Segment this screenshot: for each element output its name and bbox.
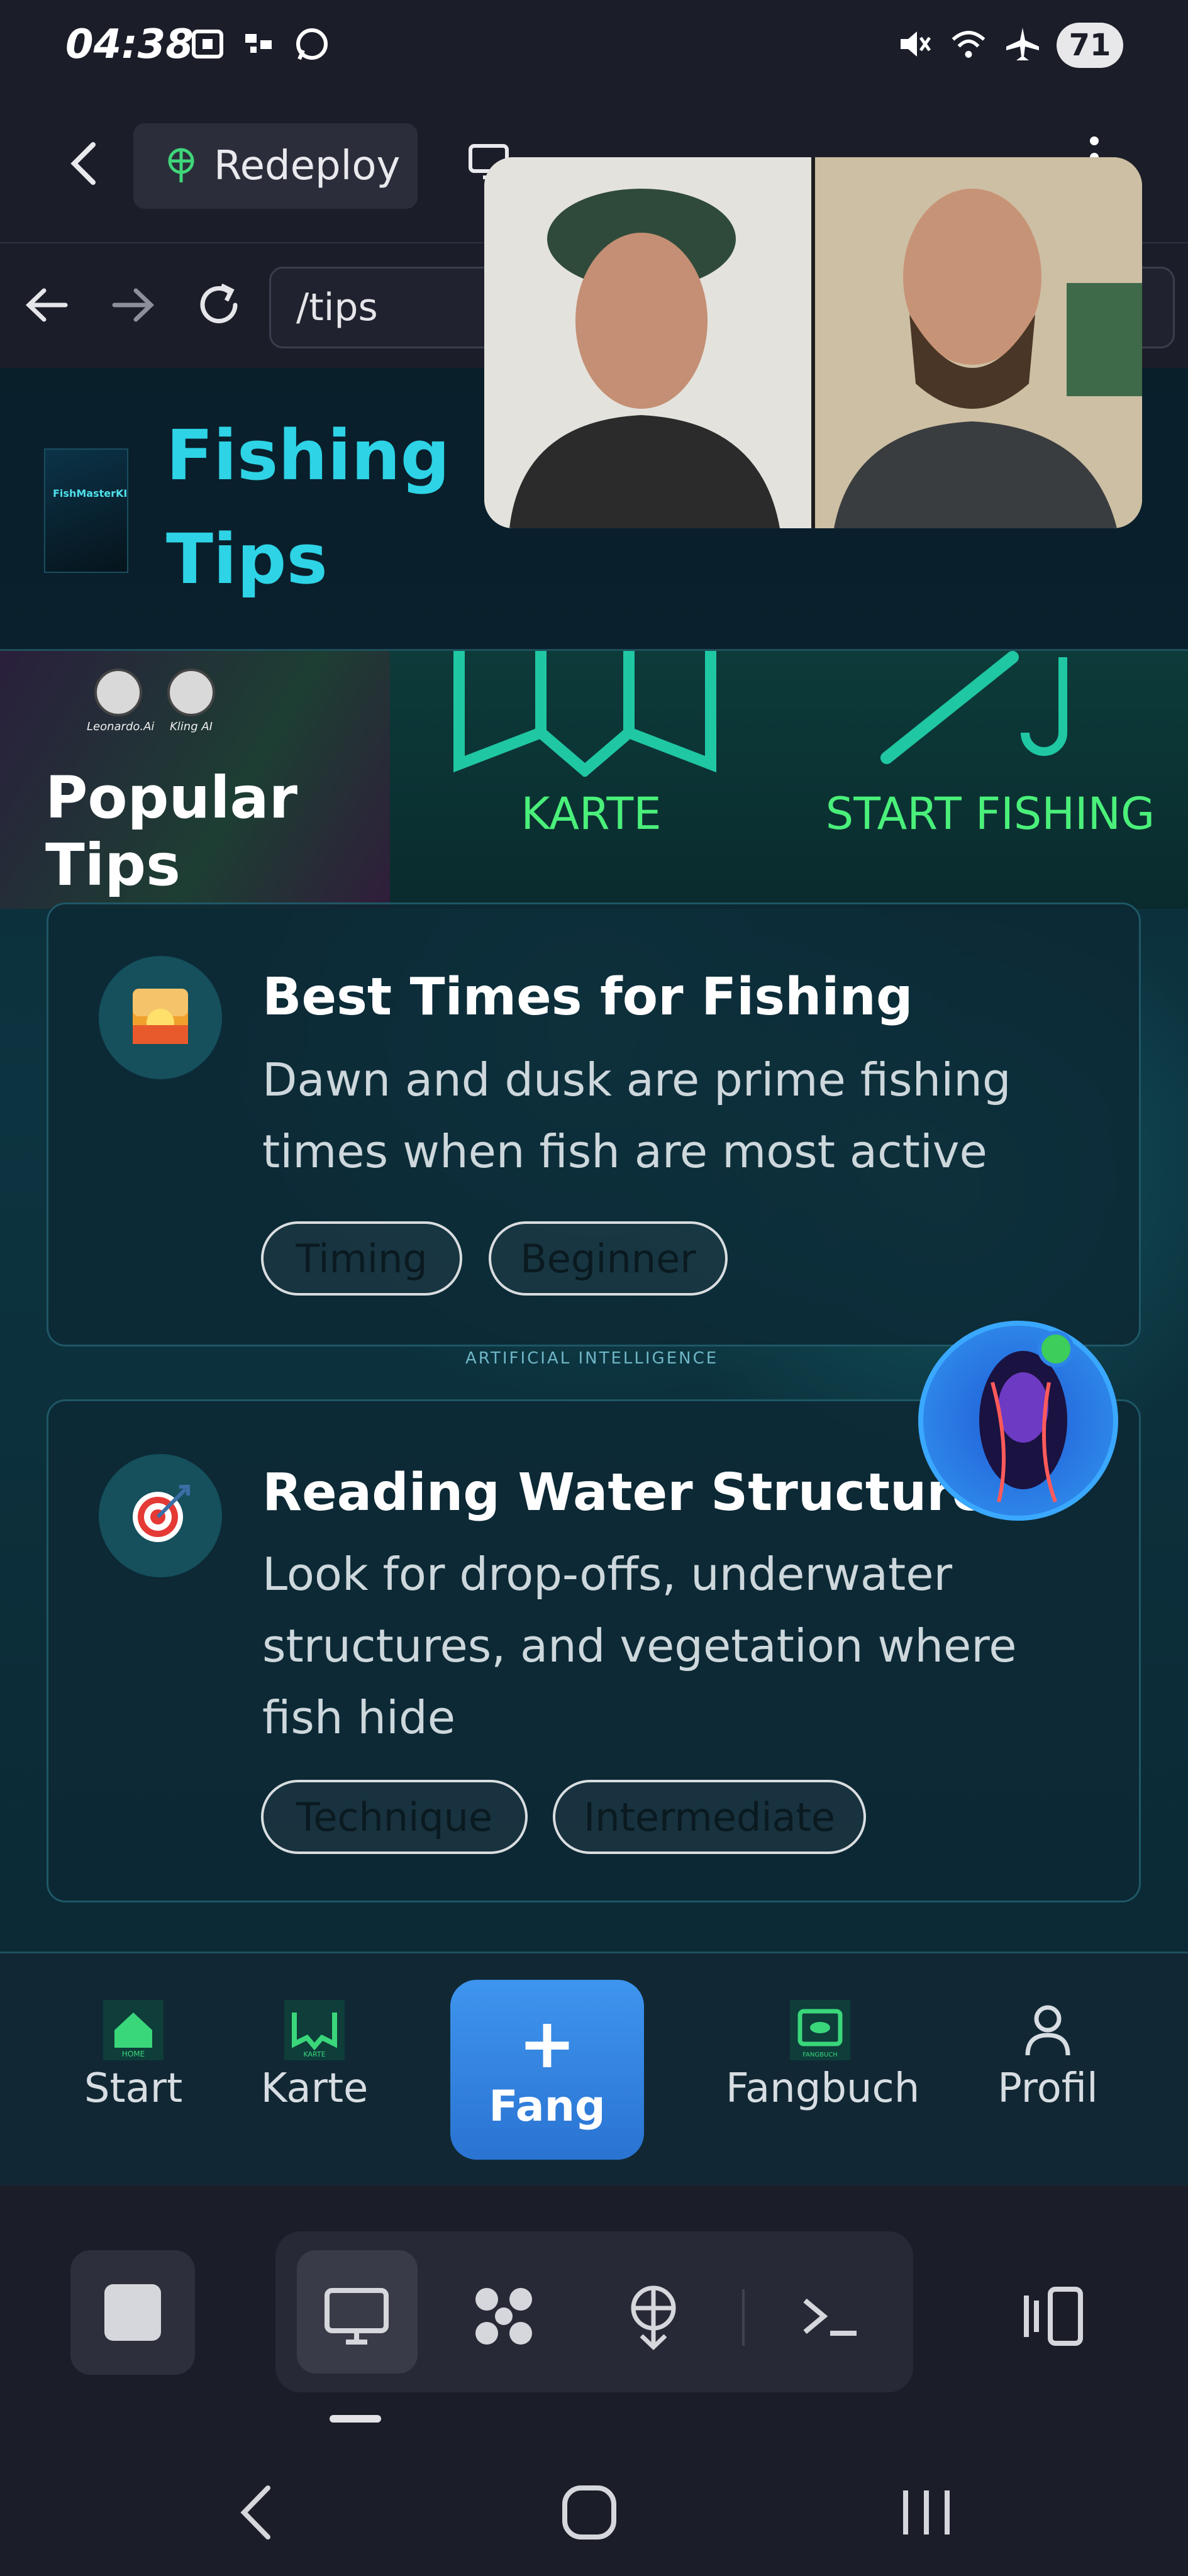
back-arrow-icon[interactable] [60,138,111,189]
battery-indicator: 71 [1057,23,1123,68]
nav-label: Karte [260,2065,369,2112]
start-fishing-label: START FISHING [825,788,1155,840]
karte-tile[interactable]: KARTE [390,651,792,909]
workflow-icon[interactable] [469,2282,538,2351]
deploy-icon[interactable] [619,2282,688,2351]
app-logo: FishMasterKI [44,448,128,573]
tip-description: Look for drop-offs, underwater structure… [262,1548,1017,1744]
feature-tiles: Leonardo.Ai Kling AI Popular Tips KARTE … [0,651,1188,909]
map-icon-caption: KARTE [303,2050,325,2058]
nav-item-fang[interactable]: + Fang [450,1980,644,2160]
app-logo-text: FishMasterKI [53,487,128,499]
nav-label: Start [84,2065,183,2112]
tag-chip[interactable]: Technique [261,1780,528,1854]
wifi-icon [950,25,987,63]
system-recents-icon[interactable] [892,2478,961,2547]
page-title-line-2: Tips [166,519,328,599]
mute-icon [896,25,933,63]
popular-tips-tile[interactable]: Leonardo.Ai Kling AI Popular Tips [0,651,390,909]
kling-ai-caption: Kling AI [170,720,213,733]
whatsapp-icon [293,25,331,63]
system-home-icon[interactable] [555,2478,624,2547]
video-participant-1 [484,157,811,528]
user-icon [1018,2000,1078,2060]
logbook-icon-caption: FANGBUCH [802,2051,838,2058]
nav-label: Fangbuch [726,2065,920,2112]
tip-icon [99,1454,222,1577]
status-time: 04:38 [65,21,194,68]
airplane-icon [1004,25,1041,63]
logbook-icon: FANGBUCH [790,2000,850,2060]
browser-back-icon[interactable] [21,277,72,333]
stop-button[interactable] [70,2250,195,2375]
nav-item-start[interactable]: HOME Start [39,2000,228,2112]
leonardo-ai-badge [94,669,142,716]
tip-title: Reading Water Structure [262,1463,987,1523]
nav-item-profil[interactable]: Profil [953,2000,1142,2112]
tag-chip[interactable]: Intermediate [553,1780,866,1854]
background-banner-text: ARTIFICIAL INTELLIGENCE [465,1349,719,1368]
tip-description: Dawn and dusk are prime fishing times wh… [262,1053,1011,1178]
home-icon-caption: HOME [122,2050,145,2058]
popular-tips-heading: Popular Tips [45,764,297,899]
target-icon [129,1483,192,1548]
tip-icon [99,956,222,1079]
online-status-dot [1038,1331,1074,1367]
video-call-overlay[interactable] [484,157,1142,528]
start-fishing-tile[interactable]: START FISHING [792,651,1188,909]
nav-item-fangbuch[interactable]: FANGBUCH Fangbuch [726,2000,920,2112]
nav-label: Profil [997,2065,1098,2112]
redeploy-button[interactable]: Redeploy [133,123,418,209]
tag-chip[interactable]: Beginner [489,1221,728,1296]
deploy-icon [162,146,200,186]
tip-card[interactable]: Best Times for Fishing Dawn and dusk are… [47,902,1141,1346]
home-icon: HOME [103,2000,164,2060]
redeploy-label: Redeploy [214,143,401,189]
map-icon [447,651,723,779]
browser-forward-icon[interactable] [108,277,158,333]
map-icon: KARTE [284,2000,345,2060]
page-title: Fishing [166,415,450,496]
terminal-icon[interactable] [796,2282,865,2351]
sunrise-icon [130,986,191,1049]
reload-icon[interactable] [194,277,244,333]
desktop-icon [322,2282,391,2351]
web-page: FishMasterKI Fishing Tips Leonardo.Ai Kl… [0,368,1188,2185]
screenshot-icon [189,25,226,63]
toolbar-separator [742,2289,745,2346]
split-view-icon[interactable] [1018,2282,1087,2351]
tag-chip[interactable]: Timing [261,1221,462,1296]
home-indicator [330,2415,381,2423]
nav-item-karte[interactable]: KARTE Karte [220,2000,409,2112]
nav-label: Fang [489,2081,606,2131]
video-participant-2 [811,157,1142,528]
cast-icon [241,25,279,63]
plus-icon: + [518,2002,577,2084]
fishing-rod-icon [874,651,1113,767]
system-back-icon[interactable] [223,2478,292,2547]
ai-assistant-avatar[interactable] [918,1321,1118,1521]
karte-label: KARTE [521,788,662,840]
stop-icon [104,2284,161,2341]
kling-ai-badge [167,669,215,716]
tip-title: Best Times for Fishing [262,967,913,1027]
leonardo-ai-caption: Leonardo.Ai [87,720,155,733]
